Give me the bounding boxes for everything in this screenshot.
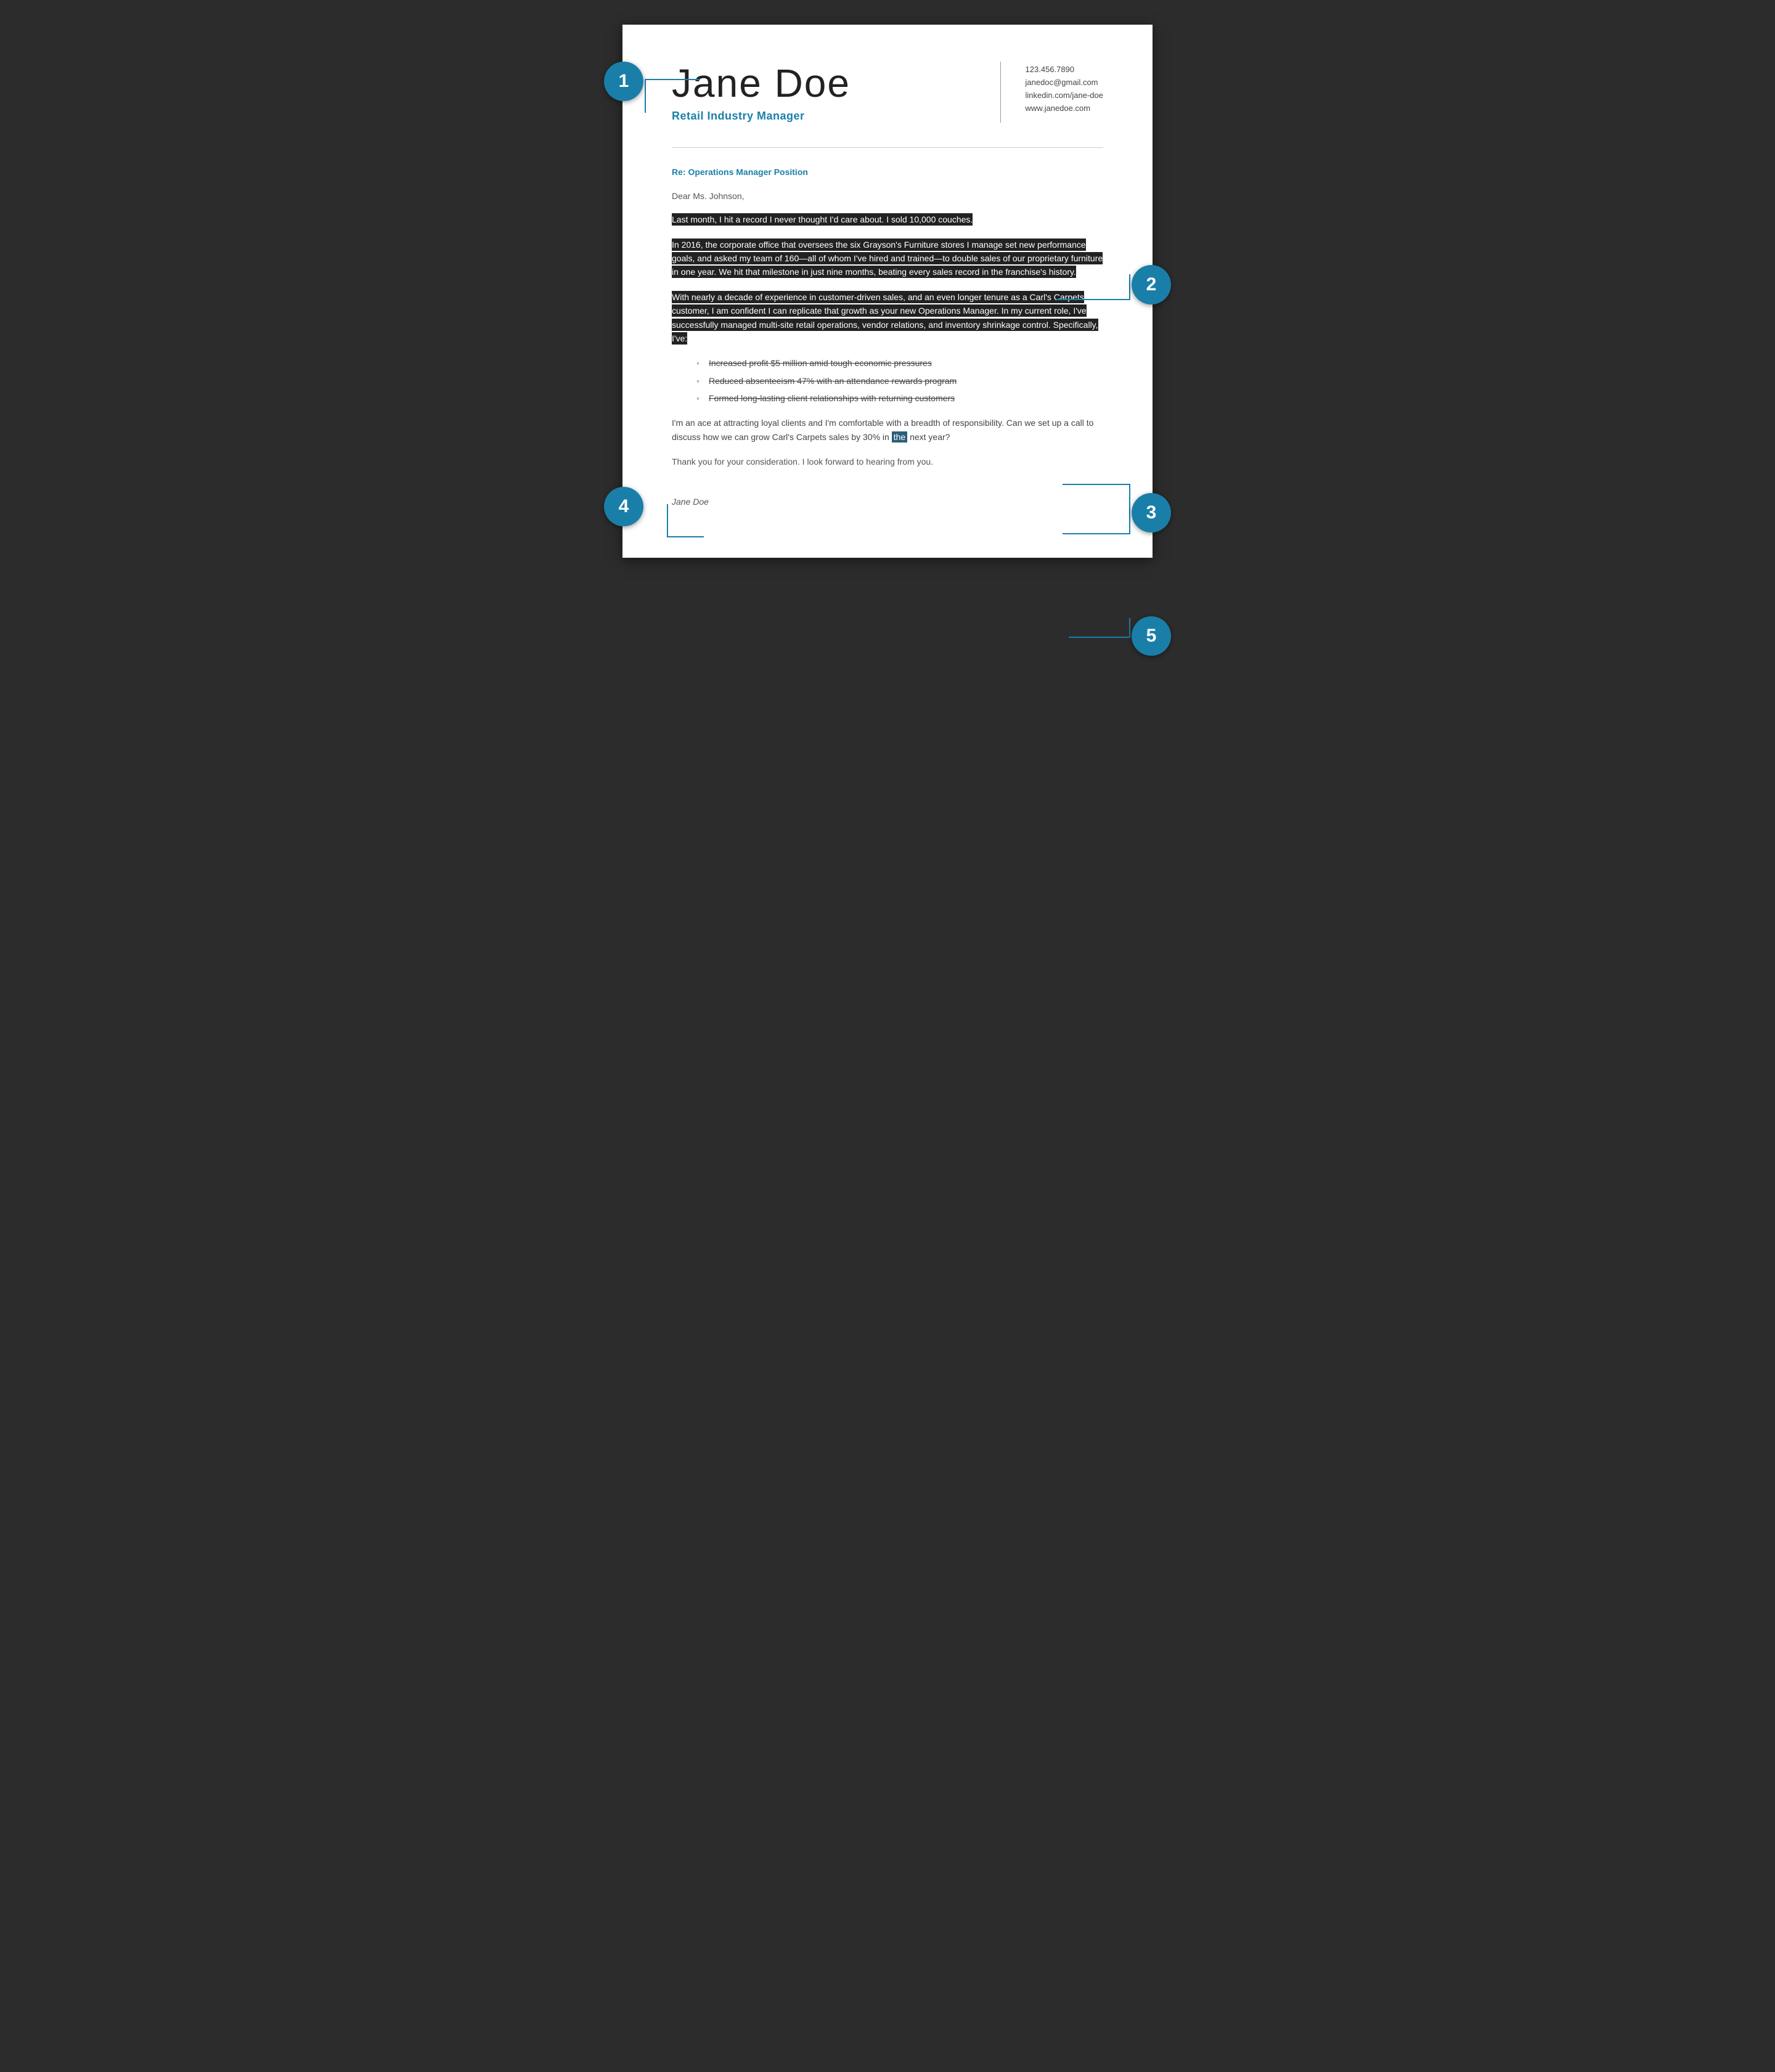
- closing: Thank you for your consideration. I look…: [672, 455, 1103, 468]
- signature: Jane Doe: [672, 481, 1103, 509]
- annotation-line-2-v-bottom: [1129, 299, 1130, 300]
- section-divider: [672, 147, 1103, 148]
- paragraph-3-highlighted: With nearly a decade of experience in cu…: [672, 291, 1098, 345]
- header: Jane Doe Retail Industry Manager 123.456…: [672, 62, 1103, 135]
- contact-website: www.janedoe.com: [1026, 104, 1103, 113]
- annotation-line-1-h: [645, 79, 700, 80]
- annotation-line-5-h: [1069, 637, 1130, 638]
- bullet-item-1: Increased profit $5 million amid tough e…: [709, 356, 1103, 370]
- body-content: Re: Operations Manager Position Dear Ms.…: [672, 165, 1103, 508]
- annotation-badge-1: 1: [604, 62, 643, 101]
- annotation-line-2-h: [1056, 299, 1130, 300]
- annotation-line-3-h-bottom: [1063, 533, 1130, 534]
- paragraph-1: Last month, I hit a record I never thoug…: [672, 213, 1103, 226]
- annotation-line-3-h-top: [1063, 484, 1130, 485]
- re-line: Re: Operations Manager Position: [672, 165, 1103, 179]
- bullet-list: Increased profit $5 million amid tough e…: [672, 356, 1103, 405]
- paragraph-1-highlighted: Last month, I hit a record I never thoug…: [672, 213, 973, 226]
- annotation-line-5-v: [1129, 618, 1130, 638]
- annotation-badge-5: 5: [1132, 616, 1171, 656]
- document: Jane Doe Retail Industry Manager 123.456…: [622, 25, 1153, 558]
- paragraph-2: In 2016, the corporate office that overs…: [672, 238, 1103, 279]
- paragraph-2-highlighted: In 2016, the corporate office that overs…: [672, 239, 1103, 279]
- highlighted-word-the: the: [892, 431, 907, 443]
- bullet-item-2: Reduced absenteeism 47% with an attendan…: [709, 374, 1103, 388]
- paragraph-4: I'm an ace at attracting loyal clients a…: [672, 416, 1103, 444]
- salutation: Dear Ms. Johnson,: [672, 189, 1103, 203]
- annotation-line-1-v: [645, 79, 646, 113]
- annotation-line-4-v: [667, 504, 668, 536]
- annotation-badge-2: 2: [1132, 265, 1171, 304]
- annotation-line-2-v-top: [1129, 274, 1130, 299]
- bullet-item-3: Formed long-lasting client relationships…: [709, 391, 1103, 405]
- contact-linkedin: linkedin.com/jane-doe: [1026, 91, 1103, 100]
- header-right: 123.456.7890 janedoc@gmail.com linkedin.…: [1026, 62, 1103, 113]
- page-wrapper: 1 2 3 4 5 Jane Doe Retail Industry Manag…: [622, 25, 1153, 558]
- header-divider: [1000, 62, 1001, 123]
- job-title: Retail Industry Manager: [672, 110, 976, 123]
- annotation-badge-4: 4: [604, 487, 643, 526]
- paragraph-3: With nearly a decade of experience in cu…: [672, 290, 1103, 346]
- header-left: Jane Doe Retail Industry Manager: [672, 62, 976, 123]
- candidate-name: Jane Doe: [672, 62, 976, 105]
- annotation-line-4-h: [667, 536, 704, 537]
- contact-phone: 123.456.7890: [1026, 65, 1103, 74]
- annotation-line-3-v: [1129, 484, 1130, 533]
- contact-email: janedoc@gmail.com: [1026, 78, 1103, 87]
- contact-info: 123.456.7890 janedoc@gmail.com linkedin.…: [1026, 65, 1103, 113]
- annotation-badge-3: 3: [1132, 493, 1171, 532]
